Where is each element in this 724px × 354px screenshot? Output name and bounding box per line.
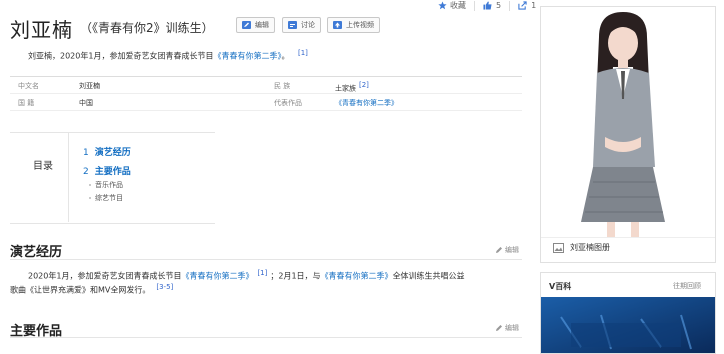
divider — [10, 337, 522, 338]
pencil-icon — [496, 247, 502, 253]
reference-link[interactable]: [1] — [298, 49, 308, 57]
info-row: 国 籍 中国 代表作品 《青春有你第二季》 — [10, 94, 522, 111]
upload-icon — [333, 21, 342, 29]
vbaike-thumbnail[interactable] — [541, 297, 715, 353]
toc-divider — [68, 132, 69, 222]
toc-item[interactable]: 2 主要作品 — [83, 164, 131, 177]
toc-item[interactable]: 1 演艺经历 — [83, 145, 131, 158]
divider — [474, 0, 475, 11]
section-edit-button[interactable]: 编辑 — [495, 323, 519, 333]
top-stats: 收藏 5 1 — [438, 0, 544, 11]
like-button[interactable]: 5 — [483, 1, 501, 10]
divider — [10, 259, 522, 260]
info-row: 中文名 刘亚楠 民 族 土家族 [2] — [10, 77, 522, 94]
favorite-button[interactable]: 收藏 — [438, 0, 466, 11]
divider — [509, 0, 511, 11]
info-value: 刘亚楠 — [79, 82, 100, 90]
gallery-label[interactable]: 刘亚楠图册 — [553, 242, 610, 253]
summary-link[interactable]: 《青春有你第二季》 — [213, 52, 281, 61]
bullet-icon — [89, 197, 91, 199]
pencil-icon — [242, 21, 251, 29]
star-icon — [438, 1, 447, 10]
reference-link[interactable]: [1] — [257, 269, 267, 277]
image-icon — [553, 242, 564, 253]
info-key: 代表作品 — [274, 99, 302, 107]
section-paragraph: 歌曲《让世界充满爱》和MV全网发行。 [3-5] — [10, 283, 174, 295]
vbaike-card: V百科 往期回顾 — [540, 272, 716, 354]
page-subtitle: （《青春有你2》训练生） — [80, 21, 214, 35]
divider — [541, 237, 715, 238]
basic-info-table: 中文名 刘亚楠 民 族 土家族 [2] 国 籍 中国 代表作品 《青春有你第二季》 — [10, 76, 522, 111]
share-icon — [518, 1, 527, 10]
reference-link[interactable]: [3-5] — [156, 283, 173, 291]
section-edit-button[interactable]: 编辑 — [495, 245, 519, 255]
thumbs-up-icon — [483, 1, 492, 10]
pencil-icon — [496, 325, 502, 331]
share-button[interactable]: 1 — [518, 1, 536, 10]
info-value-link[interactable]: 《青春有你第二季》 — [335, 98, 398, 108]
comment-icon — [288, 21, 297, 29]
gallery-card[interactable]: 刘亚楠图册 — [540, 6, 716, 263]
toc-subitem[interactable]: 音乐作品 — [89, 180, 123, 190]
bullet-icon — [89, 184, 91, 186]
info-key: 中文名 — [18, 82, 39, 90]
toc-subitem[interactable]: 综艺节目 — [89, 193, 123, 203]
info-value: 中国 — [79, 99, 93, 107]
vbaike-title: V百科 — [549, 282, 572, 291]
vbaike-more-link[interactable]: 往期回顾 — [673, 281, 701, 291]
reference-link[interactable]: [2] — [359, 81, 369, 89]
summary: 刘亚楠，2020年1月，参加爱奇艺女团青春成长节目《青春有你第二季》。 [1] — [28, 49, 308, 61]
section-heading: 演艺经历 — [10, 245, 63, 260]
discuss-button[interactable]: 讨论 — [282, 17, 321, 33]
info-value: 土家族 [2] — [335, 81, 369, 93]
info-key: 国 籍 — [18, 99, 35, 107]
edit-button[interactable]: 编辑 — [236, 17, 275, 33]
info-key: 民 族 — [274, 82, 291, 90]
upload-video-button[interactable]: 上传视频 — [327, 17, 380, 33]
profile-photo — [541, 7, 715, 237]
page-title: 刘亚楠 — [10, 18, 73, 42]
toc-title: 目录 — [33, 161, 53, 172]
